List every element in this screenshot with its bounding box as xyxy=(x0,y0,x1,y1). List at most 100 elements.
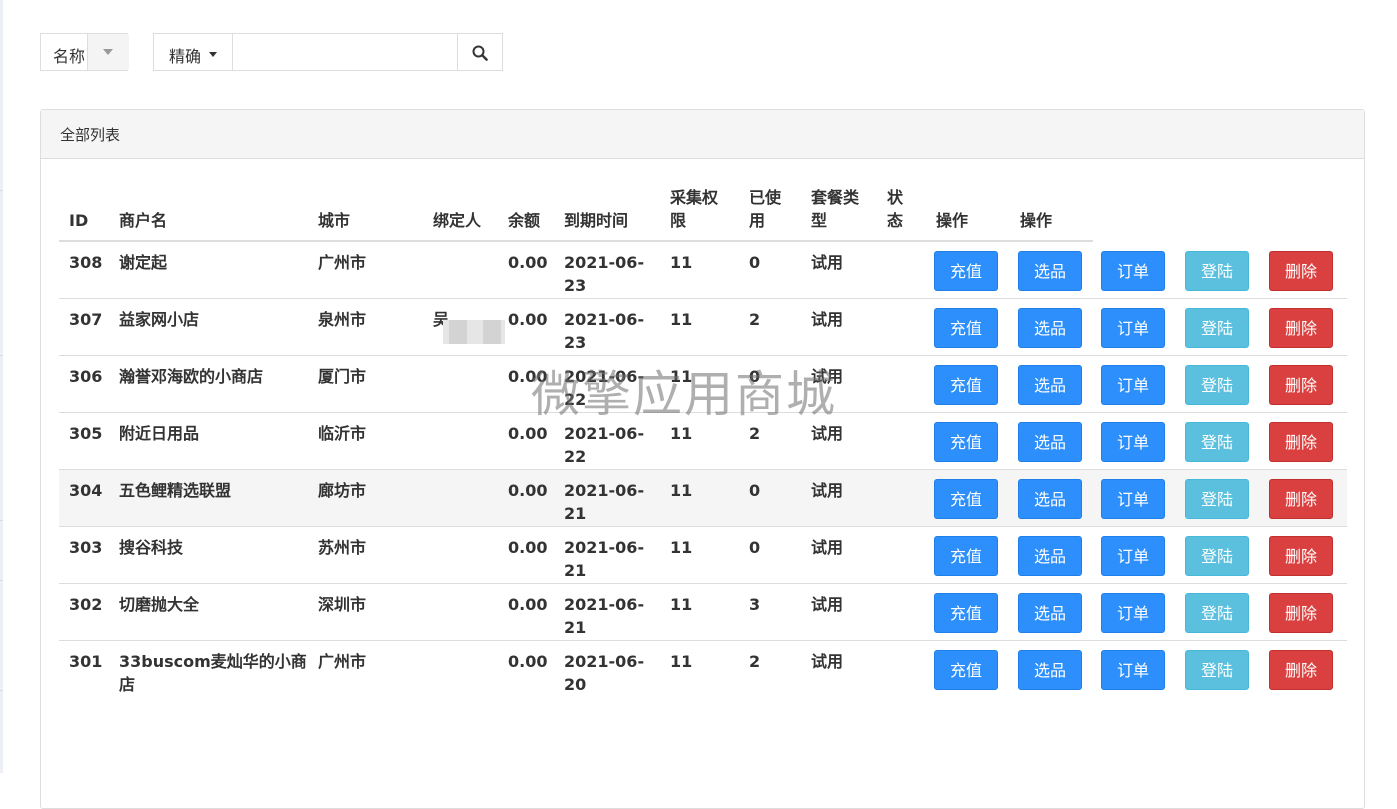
row-binder xyxy=(423,354,498,412)
search-button[interactable] xyxy=(457,33,503,71)
col-used: 已使用 xyxy=(739,186,801,242)
row-balance: 0.00 xyxy=(498,525,554,583)
row-action-cell: 充值 xyxy=(926,639,1010,697)
row-action-cell: 订单 xyxy=(1093,468,1177,526)
field-select-toggle[interactable] xyxy=(87,34,129,70)
col-status: 状态 xyxy=(877,186,926,242)
row-action-cell: 登陆 xyxy=(1177,297,1261,355)
login-button[interactable]: 登陆 xyxy=(1185,421,1249,462)
login-button[interactable]: 登陆 xyxy=(1185,251,1249,291)
row-action-cell: 选品 xyxy=(1010,582,1093,640)
recharge-button[interactable]: 充值 xyxy=(934,535,998,576)
row-action-cell: 登陆 xyxy=(1177,582,1261,640)
recharge-button[interactable]: 充值 xyxy=(934,251,998,291)
merchant-table-body: 308 谢定起 广州市 0.00 2021-06- 23 11 0 试用 充值 选品 订单 登陆 删除 30… xyxy=(59,240,1347,697)
redaction-block xyxy=(443,320,505,344)
orders-button[interactable]: 订单 xyxy=(1101,421,1165,462)
orders-button[interactable]: 订单 xyxy=(1101,535,1165,576)
row-balance: 0.00 xyxy=(498,240,554,298)
row-action-cell: 订单 xyxy=(1093,525,1177,583)
row-expire-time: 2021-06- 21 xyxy=(554,468,660,526)
select-products-button[interactable]: 选品 xyxy=(1018,535,1082,576)
row-binder xyxy=(423,411,498,469)
row-expire-time: 2021-06- 21 xyxy=(554,582,660,640)
login-button[interactable]: 登陆 xyxy=(1185,535,1249,576)
row-plan-type: 试用 xyxy=(801,582,877,640)
row-expire-time: 2021-06- 23 xyxy=(554,240,660,298)
col-action-2: 操作 xyxy=(1010,186,1093,242)
col-merchant-name: 商户名 xyxy=(109,186,308,242)
delete-button[interactable]: 删除 xyxy=(1269,535,1333,576)
select-products-button[interactable]: 选品 xyxy=(1018,251,1082,291)
delete-button[interactable]: 删除 xyxy=(1269,421,1333,462)
match-mode-dropdown[interactable]: 精确 xyxy=(153,33,233,71)
orders-button[interactable]: 订单 xyxy=(1101,478,1165,519)
row-action-cell: 充值 xyxy=(926,468,1010,526)
row-used: 2 xyxy=(739,297,801,355)
row-action-cell: 删除 xyxy=(1261,639,1347,697)
delete-button[interactable]: 删除 xyxy=(1269,251,1333,291)
row-id: 305 xyxy=(59,411,109,469)
row-action-cell: 充值 xyxy=(926,525,1010,583)
orders-button[interactable]: 订单 xyxy=(1101,592,1165,633)
col-binder: 绑定人 xyxy=(423,186,498,242)
delete-button[interactable]: 删除 xyxy=(1269,364,1333,405)
delete-button[interactable]: 删除 xyxy=(1269,307,1333,348)
row-plan-type: 试用 xyxy=(801,240,877,298)
row-city: 泉州市 xyxy=(308,297,423,355)
login-button[interactable]: 登陆 xyxy=(1185,649,1249,690)
row-status xyxy=(877,354,926,412)
recharge-button[interactable]: 充值 xyxy=(934,649,998,690)
select-products-button[interactable]: 选品 xyxy=(1018,421,1082,462)
row-used: 0 xyxy=(739,525,801,583)
select-products-button[interactable]: 选品 xyxy=(1018,364,1082,405)
row-balance: 0.00 xyxy=(498,582,554,640)
login-button[interactable]: 登陆 xyxy=(1185,478,1249,519)
row-used: 0 xyxy=(739,240,801,298)
row-balance: 0.00 xyxy=(498,639,554,697)
delete-button[interactable]: 删除 xyxy=(1269,649,1333,690)
select-products-button[interactable]: 选品 xyxy=(1018,592,1082,633)
search-input[interactable] xyxy=(232,33,458,71)
orders-button[interactable]: 订单 xyxy=(1101,364,1165,405)
row-binder xyxy=(423,468,498,526)
col-expire-time: 到期时间 xyxy=(554,186,660,242)
row-city: 厦门市 xyxy=(308,354,423,412)
login-button[interactable]: 登陆 xyxy=(1185,307,1249,348)
row-collect-permission: 11 xyxy=(660,582,739,640)
recharge-button[interactable]: 充值 xyxy=(934,364,998,405)
row-action-cell: 选品 xyxy=(1010,525,1093,583)
field-select[interactable]: 名称 xyxy=(40,33,129,71)
col-action-blank xyxy=(1261,186,1347,242)
row-id: 306 xyxy=(59,354,109,412)
panel-title: 全部列表 xyxy=(60,126,121,144)
recharge-button[interactable]: 充值 xyxy=(934,478,998,519)
row-balance: 0.00 xyxy=(498,297,554,355)
row-city: 苏州市 xyxy=(308,525,423,583)
delete-button[interactable]: 删除 xyxy=(1269,592,1333,633)
orders-button[interactable]: 订单 xyxy=(1101,251,1165,291)
match-mode-label: 精确 xyxy=(169,47,202,66)
recharge-button[interactable]: 充值 xyxy=(934,592,998,633)
select-products-button[interactable]: 选品 xyxy=(1018,478,1082,519)
row-action-cell: 删除 xyxy=(1261,411,1347,469)
login-button[interactable]: 登陆 xyxy=(1185,364,1249,405)
row-status xyxy=(877,411,926,469)
row-action-cell: 订单 xyxy=(1093,297,1177,355)
recharge-button[interactable]: 充值 xyxy=(934,421,998,462)
login-button[interactable]: 登陆 xyxy=(1185,592,1249,633)
delete-button[interactable]: 删除 xyxy=(1269,478,1333,519)
row-status xyxy=(877,639,926,697)
row-status xyxy=(877,297,926,355)
orders-button[interactable]: 订单 xyxy=(1101,307,1165,348)
select-products-button[interactable]: 选品 xyxy=(1018,649,1082,690)
table-row: 303 搜谷科技 苏州市 0.00 2021-06- 21 11 0 试用 充值 选品 订单 登陆 删除 xyxy=(59,525,1347,583)
row-collect-permission: 11 xyxy=(660,240,739,298)
col-action-1: 操作 xyxy=(926,186,1010,242)
row-city: 廊坊市 xyxy=(308,468,423,526)
orders-button[interactable]: 订单 xyxy=(1101,649,1165,690)
select-products-button[interactable]: 选品 xyxy=(1018,307,1082,348)
recharge-button[interactable]: 充值 xyxy=(934,307,998,348)
col-action-blank xyxy=(1093,186,1177,242)
row-merchant-name: 33buscom麦灿华的小商店 xyxy=(109,639,308,697)
